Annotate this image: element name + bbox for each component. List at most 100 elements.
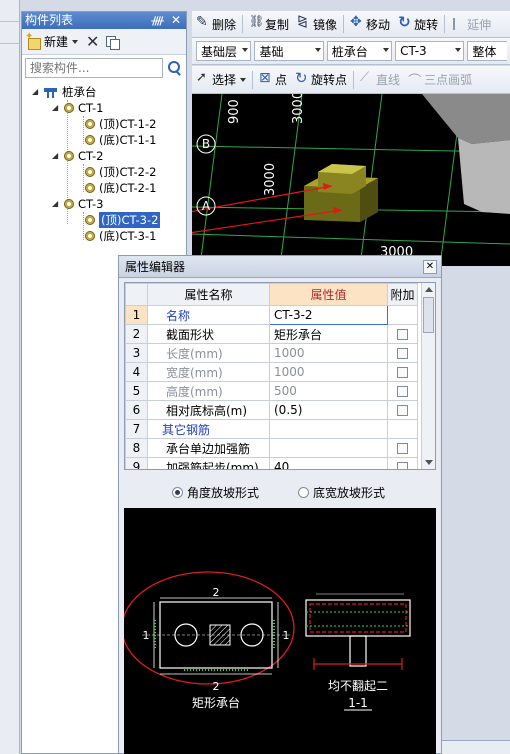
extra-checkbox[interactable] xyxy=(397,367,408,378)
move-button[interactable]: 移动 xyxy=(346,14,394,33)
rotate-point-button[interactable]: 旋转点 xyxy=(291,69,351,88)
rotate-button[interactable]: 旋转 xyxy=(394,13,442,33)
property-value[interactable]: 500 xyxy=(269,381,388,401)
pile-cap-icon xyxy=(43,86,59,98)
toolbar-separator xyxy=(242,15,244,33)
copy-button[interactable]: 复制 xyxy=(245,14,293,33)
select-button[interactable]: 选择 xyxy=(192,70,250,88)
property-value-input[interactable]: CT-3-2 xyxy=(269,305,388,325)
whole-select[interactable]: 整体 xyxy=(467,41,507,61)
pin-icon[interactable]: ᚎ xyxy=(151,12,164,29)
table-row[interactable]: 8 承台单边加强筋 xyxy=(125,438,418,458)
component-select[interactable]: CT-3 xyxy=(395,41,465,61)
property-value[interactable]: 矩形承台 xyxy=(269,324,388,344)
component-search-input[interactable] xyxy=(25,58,163,78)
copy-icon[interactable] xyxy=(105,35,121,50)
extra-cell xyxy=(387,362,418,382)
property-value[interactable] xyxy=(269,438,388,458)
collapse-icon[interactable]: ◢ xyxy=(52,100,61,116)
property-value[interactable]: 40 xyxy=(269,457,388,469)
tree-item-ct3-bottom[interactable]: (底)CT-3-1 xyxy=(84,228,156,244)
toolbar-separator xyxy=(444,15,446,33)
tree-group-ct1[interactable]: ◢ CT-1 xyxy=(52,100,103,116)
property-value[interactable] xyxy=(269,419,388,439)
property-value[interactable]: 1000 xyxy=(269,343,388,363)
collapse-icon[interactable]: ◢ xyxy=(32,84,41,100)
extend-button[interactable]: 延伸 xyxy=(447,16,495,33)
type-select[interactable]: 桩承台 xyxy=(326,41,393,61)
chevron-down-icon xyxy=(72,39,79,44)
section-outline xyxy=(305,599,411,637)
tree-root-item[interactable]: ◢ 桩承台 xyxy=(32,84,97,100)
scroll-thumb[interactable] xyxy=(423,297,434,333)
property-editor-title-bar[interactable]: 属性编辑器 ✕ xyxy=(119,256,441,278)
tree-group-ct3[interactable]: ◢ CT-3 xyxy=(52,196,103,212)
collapse-icon[interactable]: ◢ xyxy=(52,148,61,164)
property-name: 截面形状 xyxy=(147,324,270,344)
point-button[interactable]: 点 xyxy=(255,70,291,88)
table-row[interactable]: 6 相对底标高(m) (0.5) xyxy=(125,400,418,420)
dim-text: 3000 xyxy=(291,94,306,124)
category-select[interactable]: 基础 xyxy=(254,41,324,61)
table-row[interactable]: 5 高度(mm) 500 xyxy=(125,381,418,401)
rotate-point-icon xyxy=(295,69,309,87)
close-icon[interactable]: ✕ xyxy=(423,260,437,274)
type-select-value: 桩承台 xyxy=(331,44,368,59)
move-label: 移动 xyxy=(366,17,391,32)
chevron-down-icon xyxy=(314,48,321,52)
table-row[interactable]: 9 加强筋起步(mm) 40 xyxy=(125,457,418,469)
property-value[interactable]: (0.5) xyxy=(269,400,388,420)
tree-group-ct2[interactable]: ◢ CT-2 xyxy=(52,148,103,164)
tree-item-ct1-bottom[interactable]: (底)CT-1-1 xyxy=(84,132,156,148)
tree-item-label-selected: (顶)CT-3-2 xyxy=(99,212,161,228)
radio-angle-slope[interactable]: 角度放坡形式 xyxy=(172,484,259,501)
rebar-outline xyxy=(309,603,407,633)
delete-button[interactable]: 删除 xyxy=(192,14,240,33)
tree-item-ct2-bottom[interactable]: (底)CT-2-1 xyxy=(84,180,156,196)
select-label: 选择 xyxy=(212,73,237,87)
extra-checkbox[interactable] xyxy=(397,386,408,397)
scroll-up-icon[interactable] xyxy=(425,287,433,292)
table-row[interactable]: 7 其它钢筋 xyxy=(125,419,418,439)
property-grid-scrollbar[interactable] xyxy=(421,283,435,469)
extra-checkbox[interactable] xyxy=(397,348,408,359)
line-label: 直线 xyxy=(376,73,401,87)
extend-label: 延伸 xyxy=(467,17,492,32)
close-icon[interactable]: ✕ xyxy=(171,12,181,29)
cad-viewport[interactable]: B A 900 3000 3000 3000 90 xyxy=(192,94,510,266)
point-label: 点 xyxy=(275,73,288,87)
delete-icon xyxy=(196,14,210,31)
table-row[interactable]: 2 截面形状 矩形承台 xyxy=(125,324,418,344)
property-name: 长度(mm) xyxy=(147,343,270,363)
extra-checkbox[interactable] xyxy=(397,405,408,416)
mirror-button[interactable]: 镜像 xyxy=(293,14,341,33)
radio-width-slope[interactable]: 底宽放坡形式 xyxy=(298,484,385,501)
table-row[interactable]: 1 名称 CT-3-2 xyxy=(125,305,418,325)
point-icon xyxy=(259,70,273,87)
extra-cell xyxy=(387,438,418,458)
extra-checkbox[interactable] xyxy=(397,443,408,454)
scroll-down-icon[interactable] xyxy=(425,460,433,465)
search-icon[interactable] xyxy=(166,60,182,76)
table-row[interactable]: 3 长度(mm) 1000 xyxy=(125,343,418,363)
tree-item-ct2-top[interactable]: (顶)CT-2-2 xyxy=(84,164,156,180)
rotate-icon xyxy=(398,13,412,31)
extra-checkbox[interactable] xyxy=(397,462,408,469)
arc-button[interactable]: 三点画弧 xyxy=(404,70,476,89)
extra-checkbox[interactable] xyxy=(397,329,408,340)
property-value[interactable]: 1000 xyxy=(269,362,388,382)
edit-toolbar: 删除 复制 镜像 移动 旋转 延伸 xyxy=(192,11,510,38)
radio-button-selected[interactable] xyxy=(172,487,183,498)
radio-angle-label: 角度放坡形式 xyxy=(187,486,260,500)
floor-select[interactable]: 基础层 xyxy=(196,41,252,61)
line-button[interactable]: 直线 xyxy=(356,70,404,88)
component-icon xyxy=(84,118,96,130)
component-icon xyxy=(84,182,96,194)
new-component-button[interactable]: 新建 xyxy=(25,31,79,50)
radio-button[interactable] xyxy=(298,487,309,498)
tree-item-ct1-top[interactable]: (顶)CT-1-2 xyxy=(84,116,156,132)
tree-item-ct3-top[interactable]: (顶)CT-3-2 xyxy=(84,212,161,228)
collapse-icon[interactable]: ◢ xyxy=(52,196,61,212)
delete-icon[interactable]: ✕ xyxy=(86,32,99,51)
table-row[interactable]: 4 宽度(mm) 1000 xyxy=(125,362,418,382)
